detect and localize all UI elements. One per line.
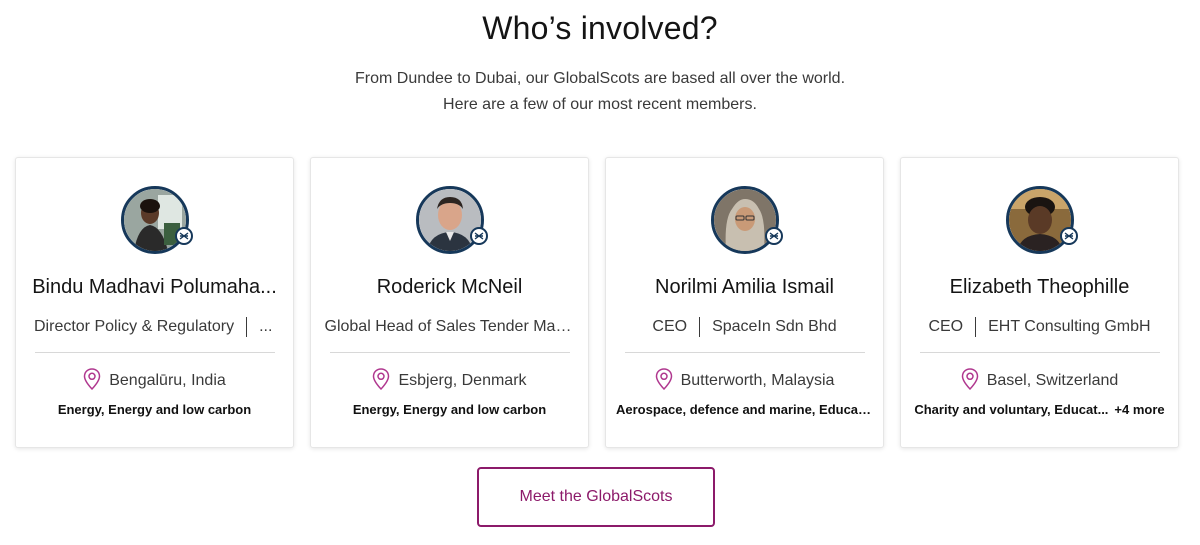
member-role: Global Head of Sales Tender Man... [321, 316, 578, 338]
member-sectors: Energy, Energy and low carbon [26, 402, 283, 417]
role-separator [699, 317, 701, 337]
member-name: Elizabeth Theophille [949, 276, 1130, 298]
globalscot-badge-icon [765, 227, 783, 245]
member-sectors-text: Charity and voluntary, Educat... [914, 402, 1109, 417]
more-sectors-link[interactable]: +4 more [1114, 402, 1164, 417]
member-card[interactable]: Roderick McNeil Global Head of Sales Ten… [310, 157, 589, 448]
member-name: Norilmi Amilia Ismail [655, 276, 834, 298]
member-sectors-text: Aerospace, defence and marine, Educat... [616, 402, 873, 417]
member-card[interactable]: Norilmi Amilia Ismail CEO SpaceIn Sdn Bh… [605, 157, 884, 448]
card-divider [35, 352, 275, 353]
member-title: Global Head of Sales Tender Man... [324, 318, 575, 335]
member-location-text: Esbjerg, Denmark [398, 372, 527, 389]
map-pin-icon [372, 367, 390, 395]
member-location-text: Butterworth, Malaysia [680, 372, 835, 389]
section-subtitle-line1: From Dundee to Dubai, our GlobalScots ar… [354, 70, 846, 87]
globalscot-badge-icon [1060, 227, 1078, 245]
map-pin-icon [961, 367, 979, 395]
role-separator [246, 317, 248, 337]
section-subtitle-line2: Here are a few of our most recent member… [443, 96, 757, 113]
member-location: Bengalūru, India [16, 367, 293, 395]
avatar [121, 186, 193, 254]
member-location: Esbjerg, Denmark [311, 367, 588, 395]
globalscot-badge-icon [175, 227, 193, 245]
member-organisation: SpaceIn Sdn Bhd [712, 318, 837, 335]
map-pin-icon [83, 367, 101, 395]
section-heading: Who’s involved? [482, 10, 718, 46]
member-role: CEO SpaceIn Sdn Bhd [616, 316, 873, 338]
member-location: Basel, Switzerland [901, 367, 1178, 395]
member-location-text: Basel, Switzerland [986, 372, 1119, 389]
card-divider [625, 352, 865, 353]
member-title: CEO [652, 318, 688, 335]
card-divider [920, 352, 1160, 353]
avatar [416, 186, 488, 254]
member-card[interactable]: Bindu Madhavi Polumaha... Director Polic… [15, 157, 294, 448]
avatar [711, 186, 783, 254]
member-name: Bindu Madhavi Polumaha... [32, 276, 277, 298]
avatar [1006, 186, 1078, 254]
member-location: Butterworth, Malaysia [606, 367, 883, 395]
member-title: CEO [928, 318, 964, 335]
member-organisation: EHT Consulting GmbH [988, 318, 1151, 335]
member-cards: Bindu Madhavi Polumaha... Director Polic… [15, 157, 1185, 448]
member-sectors: Aerospace, defence and marine, Educat... [616, 402, 873, 417]
card-divider [330, 352, 570, 353]
member-sectors: Energy, Energy and low carbon [321, 402, 578, 417]
member-card[interactable]: Elizabeth Theophille CEO EHT Consulting … [900, 157, 1179, 448]
map-pin-icon [655, 367, 673, 395]
member-name: Roderick McNeil [376, 276, 523, 298]
member-role: CEO EHT Consulting GmbH [911, 316, 1168, 338]
meet-globalscots-button[interactable]: Meet the GlobalScots [477, 467, 715, 527]
member-sectors-text: Energy, Energy and low carbon [57, 402, 252, 417]
globalscot-badge-icon [470, 227, 488, 245]
member-organisation: ... [259, 318, 273, 335]
member-sectors-text: Energy, Energy and low carbon [352, 402, 547, 417]
role-separator [975, 317, 977, 337]
member-role: Director Policy & Regulatory ... [26, 316, 283, 338]
member-location-text: Bengalūru, India [109, 372, 226, 389]
member-sectors: Charity and voluntary, Educat... +4 more [911, 402, 1168, 417]
member-title: Director Policy & Regulatory [34, 318, 235, 335]
